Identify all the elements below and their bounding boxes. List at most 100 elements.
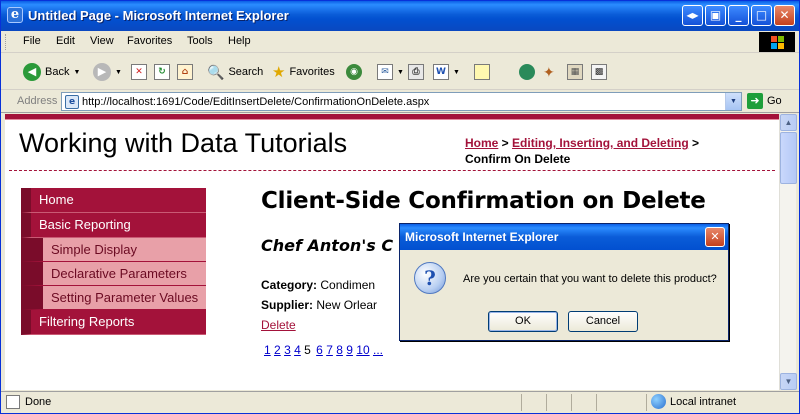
menu-file[interactable]: File: [23, 35, 41, 47]
toolbar-grip[interactable]: [5, 34, 8, 50]
status-bar: Done Local intranet: [1, 391, 799, 413]
messenger-icon: ✦: [543, 63, 555, 80]
page-link[interactable]: 1: [264, 343, 271, 357]
research-button[interactable]: [519, 61, 535, 83]
page-link[interactable]: 6: [316, 343, 323, 357]
refresh-icon: ↻: [154, 64, 170, 80]
confirm-dialog: Microsoft Internet Explorer ✕ ? Are you …: [399, 223, 729, 341]
discuss-button[interactable]: [474, 61, 490, 83]
menu-favorites[interactable]: Favorites: [127, 35, 172, 47]
current-page: 5: [304, 343, 311, 357]
grid-icon: ▩: [591, 64, 607, 80]
menu-help[interactable]: Help: [228, 35, 251, 47]
home-button[interactable]: ⌂: [177, 61, 193, 83]
page-link[interactable]: 4: [294, 343, 301, 357]
title-bar[interactable]: e Untitled Page - Microsoft Internet Exp…: [1, 1, 799, 31]
forward-arrow-icon: ▶: [93, 63, 111, 81]
page-link[interactable]: 3: [284, 343, 291, 357]
more-pages-link[interactable]: ...: [373, 343, 383, 357]
print-button[interactable]: ⎙: [408, 61, 424, 83]
chevron-down-icon[interactable]: ▼: [73, 69, 80, 76]
nav-item-setting-parameter-values[interactable]: Setting Parameter Values: [21, 286, 206, 310]
breadcrumb-section-link[interactable]: Editing, Inserting, and Deleting: [512, 136, 689, 150]
nav-item-declarative-parameters[interactable]: Declarative Parameters: [21, 262, 206, 286]
chevron-down-icon[interactable]: ▼: [115, 69, 122, 76]
toolbox-icon: ▦: [567, 64, 583, 80]
messenger-button[interactable]: ✦: [543, 61, 555, 83]
back-arrow-icon: ◀: [23, 63, 41, 81]
page-status-icon: [6, 395, 20, 409]
breadcrumb: Home > Editing, Inserting, and Deleting …: [465, 135, 770, 167]
minimize-button[interactable]: _: [728, 5, 749, 26]
intranet-globe-icon: [651, 394, 666, 409]
chevron-down-icon[interactable]: ▼: [453, 69, 460, 76]
mail-icon: ✉: [377, 64, 393, 80]
back-button[interactable]: ◀ Back ▼: [23, 61, 80, 83]
supplier-field: Supplier: New Orlear: [261, 298, 377, 312]
menu-edit[interactable]: Edit: [56, 35, 75, 47]
address-input[interactable]: e http://localhost:1691/Code/EditInsertD…: [61, 92, 742, 111]
page-link[interactable]: 8: [336, 343, 343, 357]
note-icon: [474, 64, 490, 80]
address-url[interactable]: http://localhost:1691/Code/EditInsertDel…: [82, 96, 429, 108]
menu-tools[interactable]: Tools: [187, 35, 213, 47]
category-field: Category: Condimen: [261, 278, 375, 292]
tool-button[interactable]: ▦: [567, 61, 583, 83]
word-icon: W: [433, 64, 449, 80]
breadcrumb-separator: >: [688, 136, 700, 150]
supplier-label: Supplier:: [261, 298, 314, 312]
mail-button[interactable]: ✉ ▼: [377, 61, 404, 83]
cancel-button[interactable]: Cancel: [568, 311, 638, 332]
stop-button[interactable]: ✕: [131, 61, 147, 83]
dialog-title-bar[interactable]: Microsoft Internet Explorer: [400, 224, 728, 250]
nav-item-simple-display[interactable]: Simple Display: [21, 238, 206, 262]
home-icon: ⌂: [177, 64, 193, 80]
page-link[interactable]: 7: [326, 343, 333, 357]
ok-button[interactable]: OK: [488, 311, 558, 332]
close-button[interactable]: ✕: [774, 5, 795, 26]
chevron-down-icon[interactable]: ▼: [397, 69, 404, 76]
search-button[interactable]: 🔍 Search: [207, 61, 263, 83]
page-link[interactable]: 2: [274, 343, 281, 357]
ie-logo-icon: e: [7, 7, 23, 23]
status-divider: [646, 394, 647, 411]
go-button[interactable]: ➜ Go: [747, 93, 782, 109]
breadcrumb-home-link[interactable]: Home: [465, 136, 498, 150]
window-title: Untitled Page - Microsoft Internet Explo…: [28, 8, 289, 23]
nav-item-home[interactable]: Home: [21, 188, 206, 213]
extra-window-icon[interactable]: ◂▸: [682, 5, 703, 26]
address-bar: Address e http://localhost:1691/Code/Edi…: [1, 91, 799, 113]
refresh-button[interactable]: ↻: [154, 61, 170, 83]
address-dropdown-button[interactable]: ▼: [725, 93, 741, 110]
page-link[interactable]: 9: [346, 343, 353, 357]
browser-window: e Untitled Page - Microsoft Internet Exp…: [0, 0, 800, 414]
favorites-button[interactable]: ★ Favorites: [272, 61, 335, 83]
maximize-button[interactable]: □: [751, 5, 772, 26]
scroll-down-button[interactable]: ▼: [780, 373, 797, 390]
delete-link[interactable]: Delete: [261, 318, 296, 332]
nav-item-basic-reporting[interactable]: Basic Reporting: [21, 213, 206, 238]
dialog-close-button[interactable]: ✕: [705, 227, 725, 247]
question-icon: ?: [414, 262, 446, 294]
forward-button[interactable]: ▶ ▼: [93, 61, 122, 83]
grid-button[interactable]: ▩: [591, 61, 607, 83]
media-button[interactable]: ◉: [346, 61, 362, 83]
sidebar-nav: Home Basic Reporting Simple Display Decl…: [21, 188, 206, 335]
standard-toolbar: ◀ Back ▼ ▶ ▼ ✕ ↻ ⌂ 🔍 Search ★ Favorites …: [1, 54, 799, 90]
edit-button[interactable]: W ▼: [433, 61, 460, 83]
vertical-scrollbar[interactable]: ▲ ▼: [779, 114, 797, 390]
page-icon: e: [65, 95, 79, 109]
printer-icon: ⎙: [408, 64, 424, 80]
menu-view[interactable]: View: [90, 35, 114, 47]
favorites-label: Favorites: [289, 66, 335, 78]
breadcrumb-current: Confirm On Delete: [465, 152, 571, 166]
nav-item-filtering-reports[interactable]: Filtering Reports: [21, 310, 206, 335]
media-icon: ◉: [346, 64, 362, 80]
scroll-thumb[interactable]: [780, 132, 797, 184]
category-label: Category:: [261, 278, 318, 292]
scroll-up-button[interactable]: ▲: [780, 114, 797, 131]
page-link[interactable]: 10: [356, 343, 369, 357]
status-divider: [546, 394, 547, 411]
breadcrumb-separator: >: [498, 136, 513, 150]
extra-window-icon[interactable]: ▣: [705, 5, 726, 26]
